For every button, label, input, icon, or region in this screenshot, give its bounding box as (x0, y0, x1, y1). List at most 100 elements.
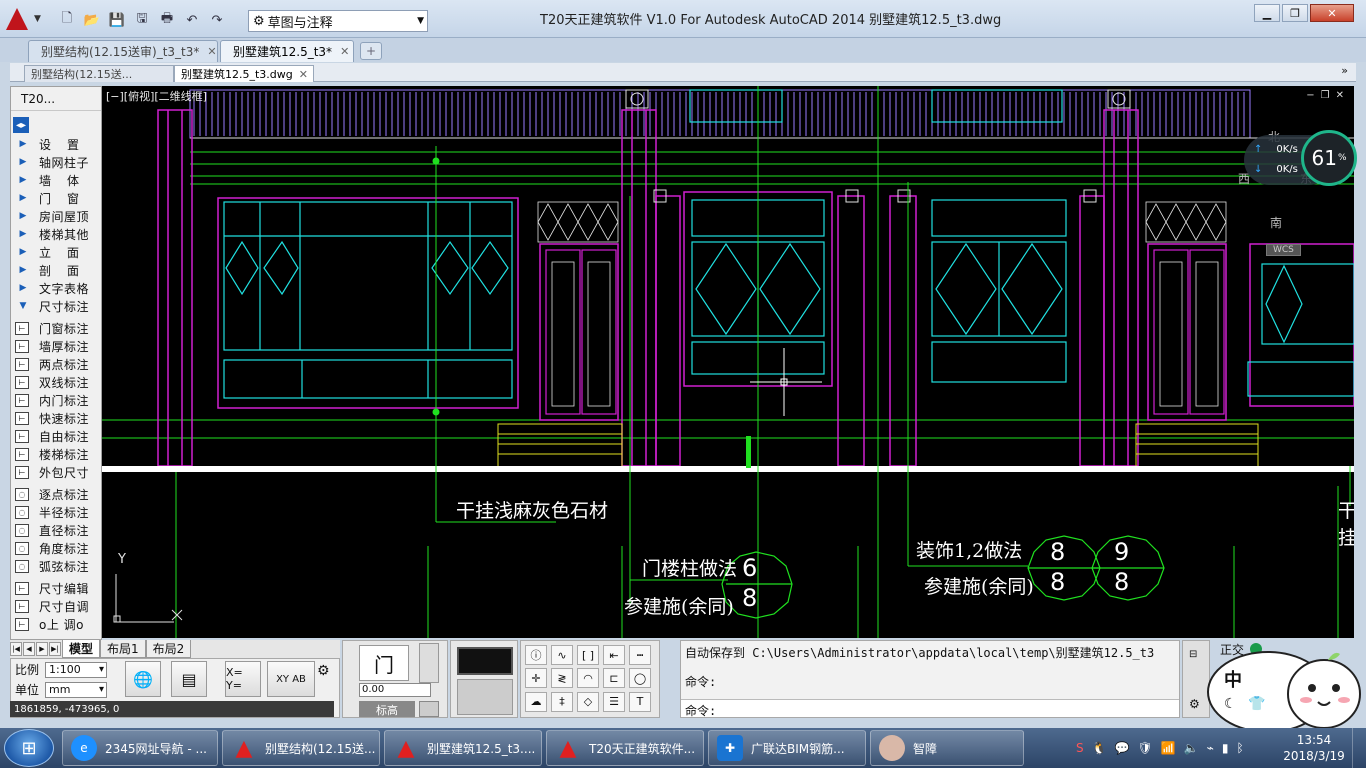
palette-item-tools_a-8[interactable]: ⊢ 外包尺寸 (11, 463, 101, 481)
network-icon[interactable]: 📶 (1161, 741, 1176, 755)
maximize-button[interactable]: ❐ (1282, 4, 1308, 22)
scale-dropdown[interactable]: 1:100 (45, 661, 108, 678)
palette-item-tools_b-1[interactable]: ◌ 半径标注 (11, 503, 101, 521)
settings-gear-icon[interactable]: ⚙ (317, 663, 330, 679)
qq-icon[interactable]: 🐧 (1092, 741, 1107, 755)
viewport-window-controls[interactable]: −❐✕ (1306, 90, 1350, 101)
unit-dropdown[interactable]: mm (45, 681, 108, 698)
door-icon[interactable]: 门 (359, 645, 409, 681)
bracket-icon[interactable]: [ ] (577, 645, 599, 665)
xy-table-icon[interactable]: X= Y= (225, 661, 261, 697)
palette-item-tools_a-1[interactable]: ⊢ 墙厚标注 (11, 337, 101, 355)
task-t20[interactable]: ▲ T20天正建筑软件... (546, 730, 704, 766)
security-icon[interactable]: 🛡 (1138, 741, 1153, 755)
file-tab-architecture[interactable]: 别墅建筑12.5_t3.dwg ✕ (174, 65, 314, 82)
level-bar-icon[interactable] (419, 643, 439, 683)
palette-item-menu-9[interactable]: ▼ 尺寸标注 (11, 297, 101, 315)
close-icon[interactable]: ✕ (207, 45, 216, 58)
palette-item-menu-7[interactable]: ▶ 剖面 (11, 261, 101, 279)
workspace-dropdown[interactable]: ⚙ 草图与注释 ▼ (248, 10, 428, 32)
close-button[interactable]: ✕ (1310, 4, 1354, 22)
palette-item-tools_c-1[interactable]: ⊢ 尺寸自调 (11, 597, 101, 615)
last-layout-icon[interactable]: ▶| (49, 642, 61, 656)
palette-item-tools_a-7[interactable]: ⊢ 楼梯标注 (11, 445, 101, 463)
ime-language-indicator[interactable]: 中 (1224, 666, 1242, 692)
close-icon[interactable]: ✕ (299, 68, 308, 81)
layout-tool-icon[interactable]: ▤ (171, 661, 207, 697)
doc-tab-architecture[interactable]: 别墅建筑12.5_t3* ✕ (220, 40, 354, 62)
info-icon[interactable]: ⓘ (525, 645, 547, 665)
collapse-icon[interactable]: ⊟ (1189, 649, 1197, 660)
battery-icon[interactable]: ▮ (1222, 741, 1229, 755)
palette-item-tools_c-0[interactable]: ⊢ 尺寸编辑 (11, 579, 101, 597)
more-tabs-icon[interactable]: » (1341, 64, 1348, 77)
circle-icon[interactable]: ◯ (629, 668, 651, 689)
palette-item-tools_a-6[interactable]: ⊢ 自由标注 (11, 427, 101, 445)
palette-item-tools_b-2[interactable]: ◌ 直径标注 (11, 521, 101, 539)
command-input[interactable]: 命令: (681, 699, 1179, 718)
open-folder-icon[interactable]: 📂 (81, 10, 103, 30)
new-file-icon[interactable]: 🗋 (56, 10, 78, 30)
ime-mascot-widget[interactable]: 中 ☾ 👕 (1198, 632, 1366, 733)
palette-item-menu-5[interactable]: ▶ 楼梯其他 (11, 225, 101, 243)
palette-nav-icon[interactable]: ◂▸ (13, 117, 29, 133)
palette-item-tools_b-0[interactable]: ◌ 逐点标注 (11, 485, 101, 503)
palette-item-menu-3[interactable]: ▶ 门窗 (11, 189, 101, 207)
palette-item-menu-0[interactable]: ▶ 设置 (11, 135, 101, 153)
task-autocad-structure[interactable]: ▲ 别墅结构(12.15送... (222, 730, 380, 766)
network-monitor-widget[interactable]: ↑ 0K/s ↓ 0K/s 61% (1244, 130, 1358, 190)
task-chat[interactable]: 智障 (870, 730, 1024, 766)
minimize-button[interactable]: ▁ (1254, 4, 1280, 22)
redo-icon[interactable]: ↷ (206, 10, 228, 30)
cross-icon[interactable]: ✛ (525, 668, 547, 689)
arrow-icon[interactable]: ⇤ (603, 645, 625, 665)
viewport-label[interactable]: [−][俯视][二维线框] (106, 88, 207, 104)
palette-item-tools_a-4[interactable]: ⊢ 内门标注 (11, 391, 101, 409)
palette-item-menu-2[interactable]: ▶ 墙体 (11, 171, 101, 189)
save-as-icon[interactable]: 🖫 (131, 10, 153, 30)
navigation-pad-icon[interactable] (457, 679, 513, 715)
palette-item-tools_a-0[interactable]: ⊢ 门窗标注 (11, 319, 101, 337)
elevation-input[interactable]: 0.00 (359, 683, 431, 697)
palette-item-tools_c-2[interactable]: ⊢ o上 调o (11, 615, 101, 633)
next-layout-icon[interactable]: ▶ (36, 642, 48, 656)
elevation-button[interactable]: 标高 (359, 701, 415, 717)
split-icon[interactable]: ‡ (551, 691, 573, 712)
compass-south[interactable]: 南 (1270, 214, 1282, 231)
start-button[interactable]: ⊞ (4, 729, 54, 767)
sogou-icon[interactable]: S (1076, 741, 1084, 755)
dimension-icon[interactable]: ┅ (629, 645, 651, 665)
print-icon[interactable]: 🖶 (156, 10, 178, 30)
palette-item-tools_b-4[interactable]: ◌ 弧弦标注 (11, 557, 101, 575)
step-icon[interactable]: ⊏ (603, 668, 625, 689)
palette-item-tools_a-3[interactable]: ⊢ 双线标注 (11, 373, 101, 391)
shirt-icon[interactable]: 👕 (1248, 696, 1265, 712)
lines-icon[interactable]: ☰ (603, 691, 625, 712)
person-icon[interactable] (419, 701, 439, 717)
close-icon[interactable]: ✕ (340, 45, 349, 58)
zigzag-icon[interactable]: ≷ (551, 668, 573, 689)
drawing-canvas[interactable]: [−][俯视][二维线框] −❐✕ 干挂浅麻灰色石材 门楼柱做法 参建施(余同)… (102, 86, 1354, 638)
wcs-menu[interactable]: WCS (1266, 244, 1301, 256)
arc-icon[interactable]: ◠ (577, 668, 599, 689)
doc-tab-structure[interactable]: 别墅结构(12.15送审)_t3_t3* ✕ (28, 40, 218, 62)
new-tab-button[interactable]: + (360, 42, 382, 60)
palette-item-menu-8[interactable]: ▶ 文字表格 (11, 279, 101, 297)
palette-item-tools_a-2[interactable]: ⊢ 两点标注 (11, 355, 101, 373)
usb-icon[interactable]: ⌁ (1207, 741, 1214, 755)
task-browser[interactable]: e 2345网址导航 - ... (62, 730, 218, 766)
cloud-icon[interactable]: ☁ (525, 691, 547, 712)
palette-item-menu-6[interactable]: ▶ 立面 (11, 243, 101, 261)
palette-item-menu-1[interactable]: ▶ 轴网柱子 (11, 153, 101, 171)
task-glodon[interactable]: ✚ 广联达BIM钢筋... (708, 730, 866, 766)
palette-item-menu-4[interactable]: ▶ 房间屋顶 (11, 207, 101, 225)
application-menu-button[interactable]: ▼ (6, 4, 50, 34)
tab-layout1[interactable]: 布局1 (100, 640, 146, 658)
preview-icon[interactable] (457, 647, 513, 675)
moon-icon[interactable]: ☾ (1224, 696, 1237, 712)
undo-icon[interactable]: ↶ (181, 10, 203, 30)
file-tab-structure[interactable]: 别墅结构(12.15送... (24, 65, 174, 82)
diamond-icon[interactable]: ◇ (577, 691, 599, 712)
xy-ab-icon[interactable]: XY AB (267, 661, 315, 697)
volume-icon[interactable]: 🔈 (1184, 741, 1199, 755)
